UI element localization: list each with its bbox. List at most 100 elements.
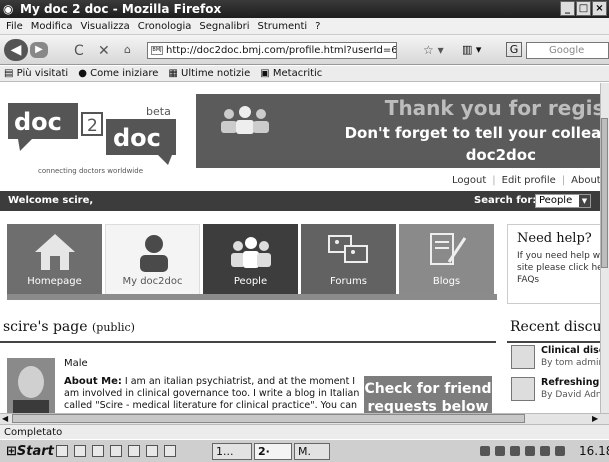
taskbar-button[interactable]: M. [294, 443, 330, 460]
menu-file[interactable]: File [6, 18, 23, 34]
horizontal-scroll-thumb[interactable] [12, 414, 525, 423]
user-icon [140, 235, 168, 272]
tab-blogs[interactable]: Blogs [399, 224, 494, 294]
svg-text:connecting doctors worldwide: connecting doctors worldwide [38, 167, 143, 175]
home-icon[interactable]: ⌂ [124, 43, 131, 56]
banner-doc2doc: doc2doc [465, 146, 536, 164]
clock: 16.18 [579, 444, 609, 458]
logout-link[interactable]: Logout [452, 175, 486, 186]
account-links: Logout| Edit profile| About do [452, 175, 600, 186]
bookmark-ultime-notizie[interactable]: ▦ Ultime notizie [168, 66, 250, 81]
doc2doc-logo[interactable]: doc 2 doc beta connecting doctors worldw… [8, 99, 183, 179]
svg-text:beta: beta [146, 105, 171, 118]
quicklaunch-icon[interactable] [92, 445, 104, 457]
addon-icon[interactable]: ▥ ▾ [462, 43, 481, 56]
bookmark-metacritic[interactable]: ▣ Metacritic [260, 66, 322, 81]
close-button[interactable]: × [592, 1, 607, 16]
faqs-link[interactable]: FAQs [517, 274, 600, 286]
bookmark-piu-visitati[interactable]: ▤ Più visitati [4, 66, 68, 81]
divider [0, 341, 496, 343]
search-for-label: Search for: [474, 195, 537, 206]
window-title-bar: ◉ My doc 2 doc - Mozilla Firefox _ □ × [0, 0, 609, 18]
dropdown-arrow-icon: ▼ [579, 195, 590, 207]
svg-text:doc: doc [14, 108, 62, 136]
check-friend-requests-button[interactable]: Check for friend requests below [364, 376, 492, 413]
vertical-scroll-thumb[interactable] [601, 118, 608, 268]
stop-icon[interactable]: ✕ [98, 43, 110, 59]
bookmark-come-iniziare[interactable]: ● Come iniziare [78, 66, 158, 81]
tabs-underline [7, 294, 497, 300]
need-help-box: Need help? If you need help wi site plea… [507, 224, 600, 304]
scroll-right-icon[interactable]: ▶ [592, 414, 598, 423]
recent-discussion-item[interactable]: Clinical disc By tom admir [511, 345, 600, 373]
svg-text:2: 2 [87, 116, 98, 136]
quicklaunch-icon[interactable] [74, 445, 86, 457]
need-help-title: Need help? [517, 231, 592, 246]
forward-button[interactable]: ▶ [30, 42, 48, 58]
welcome-text: Welcome scire, [8, 195, 94, 206]
menu-modifica[interactable]: Modifica [31, 18, 73, 34]
menu-cronologia[interactable]: Cronologia [138, 18, 192, 34]
blog-pencil-icon [430, 233, 467, 265]
search-input[interactable]: Google [526, 42, 609, 59]
bookmark-folder-icon: ▤ [4, 68, 17, 79]
tab-my-doc2doc[interactable]: My doc2doc [105, 224, 200, 294]
tray-icon[interactable] [540, 446, 550, 456]
tray-icon[interactable] [480, 446, 490, 456]
status-text: Completato [4, 427, 63, 438]
discussion-thumbnail-icon [511, 345, 535, 369]
bookmarks-toolbar: ▤ Più visitati ● Come iniziare ▦ Ultime … [0, 66, 609, 82]
home-icon [35, 234, 75, 270]
recent-discussion-item[interactable]: Refreshing a By David Adn [511, 377, 600, 405]
taskbar-button-firefox[interactable]: 2· [254, 443, 292, 460]
banner-thank-you: Thank you for regist [384, 96, 600, 120]
search-engine-icon[interactable]: G [506, 42, 522, 57]
back-button[interactable]: ◀ [4, 39, 28, 61]
metacritic-icon: ▣ [260, 68, 273, 79]
site-nav-tabs: Homepage My doc2doc People Forums Blogs [7, 224, 497, 294]
about-me-label: About Me: [64, 376, 122, 387]
scroll-left-icon[interactable]: ◀ [2, 414, 8, 423]
menu-visualizza[interactable]: Visualizza [81, 18, 130, 34]
status-bar: Completato [0, 424, 609, 439]
tray-icon[interactable] [495, 446, 505, 456]
quicklaunch-icon[interactable] [56, 445, 68, 457]
quicklaunch-icon[interactable] [128, 445, 140, 457]
tray-icon[interactable] [510, 446, 520, 456]
need-help-line: site please click he [517, 263, 600, 273]
web-page-content: doc 2 doc beta connecting doctors worldw… [0, 83, 600, 413]
start-button[interactable]: ⊞Start [2, 442, 54, 461]
url-bar[interactable]: BMJ http://doc2doc.bmj.com/profile.html?… [147, 42, 397, 59]
menu-segnalibri[interactable]: Segnalibri [199, 18, 249, 34]
bookmark-star-icon[interactable]: ☆ ▾ [423, 43, 444, 57]
window-title: My doc 2 doc - Mozilla Firefox [20, 2, 222, 16]
divider [507, 341, 600, 343]
page-title: scire's page (public) [3, 319, 135, 335]
quicklaunch-icon[interactable] [146, 445, 158, 457]
forums-icon [328, 235, 368, 263]
menu-strumenti[interactable]: Strumenti [258, 18, 308, 34]
tray-icon[interactable] [555, 446, 565, 456]
tray-icon[interactable] [525, 446, 535, 456]
firefox-icon: ● [78, 68, 91, 79]
about-me: About Me: I am an italian psychiatrist, … [64, 376, 364, 412]
quicklaunch-icon[interactable] [110, 445, 122, 457]
tab-people[interactable]: People [203, 224, 298, 294]
menu-help[interactable]: ? [315, 18, 320, 34]
menu-bar: File Modifica Visualizza Cronologia Segn… [0, 18, 609, 35]
tab-homepage[interactable]: Homepage [7, 224, 102, 294]
url-text: http://doc2doc.bmj.com/profile.html?user… [166, 45, 397, 56]
minimize-button[interactable]: _ [560, 1, 575, 16]
tab-forums[interactable]: Forums [301, 224, 396, 294]
about-link[interactable]: About do [571, 175, 600, 186]
quicklaunch-icon[interactable] [164, 445, 176, 457]
edit-profile-link[interactable]: Edit profile [502, 175, 556, 186]
taskbar-button[interactable]: 1... [212, 443, 252, 460]
banner-tell-colleagues: Don't forget to tell your colleag [344, 124, 600, 142]
reload-icon[interactable]: C [74, 43, 84, 59]
search-type-select[interactable]: People ▼ [535, 194, 591, 208]
discussion-thumbnail-icon [511, 377, 535, 401]
maximize-button[interactable]: □ [576, 1, 591, 16]
back-arrow-icon: ◀ [10, 42, 22, 58]
people-icon [231, 237, 271, 268]
